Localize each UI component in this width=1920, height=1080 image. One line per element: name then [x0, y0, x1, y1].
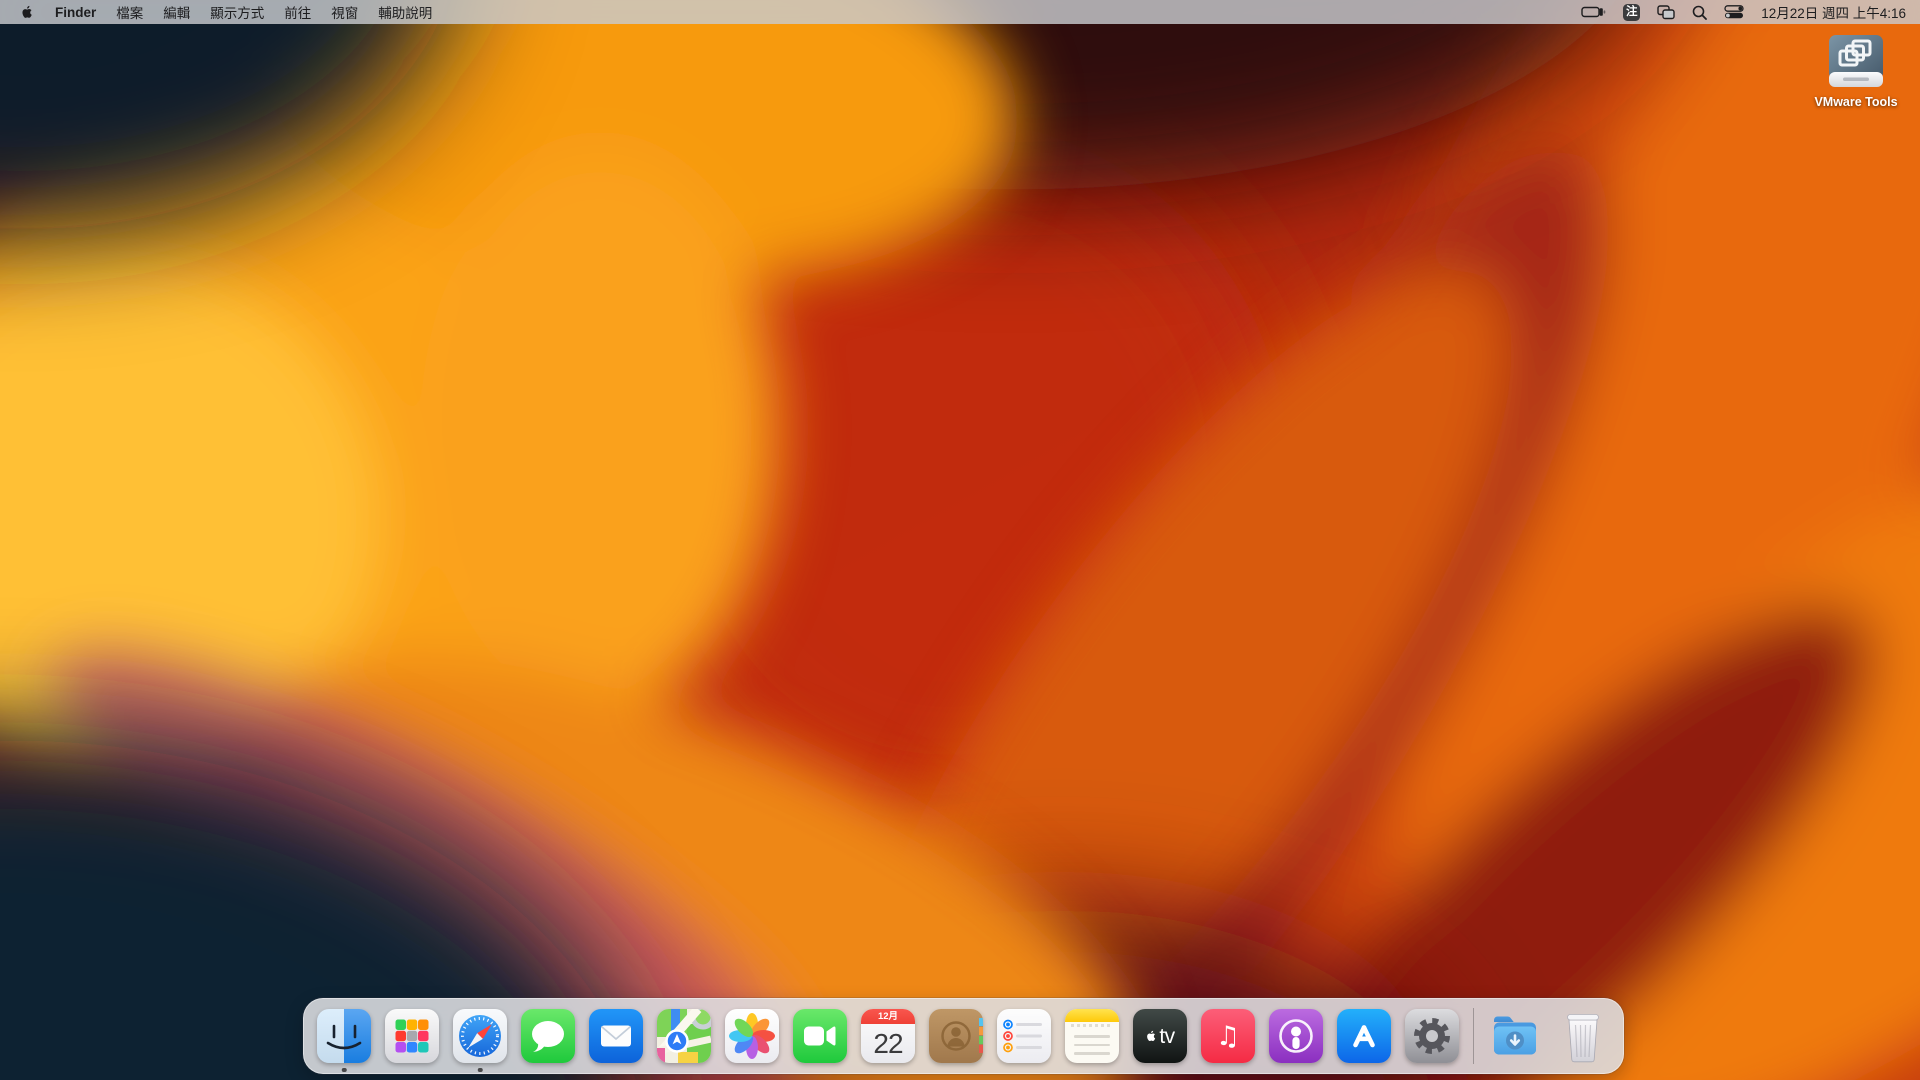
dock-separator [1473, 1008, 1474, 1064]
dock-item-apple-tv[interactable]: tv [1133, 1009, 1187, 1063]
screen-mirroring-icon[interactable] [1657, 5, 1675, 20]
photos-icon [725, 1009, 779, 1063]
menu-bar-left: Finder 檔案 編輯 顯示方式 前往 視窗 輔助說明 [14, 2, 442, 22]
dock-item-launchpad[interactable] [385, 1009, 439, 1063]
dock-item-system-settings[interactable] [1405, 1009, 1459, 1063]
battery-icon[interactable] [1581, 6, 1606, 18]
notes-icon [1065, 1009, 1119, 1063]
app-store-icon [1337, 1009, 1391, 1063]
music-note-glyph: ♫ [1216, 1023, 1240, 1050]
reminders-icon [997, 1009, 1051, 1063]
dock-item-photos[interactable] [725, 1009, 779, 1063]
dock-item-podcasts[interactable] [1269, 1009, 1323, 1063]
dock-item-reminders[interactable] [997, 1009, 1051, 1063]
menu-file[interactable]: 檔案 [106, 2, 153, 22]
control-center-icon[interactable] [1724, 5, 1744, 19]
apple-logo-icon [20, 3, 35, 21]
dock-item-facetime[interactable] [793, 1009, 847, 1063]
desktop-wallpaper [0, 0, 1920, 1080]
menu-window[interactable]: 視窗 [321, 2, 368, 22]
dock-item-music[interactable]: ♫ [1201, 1009, 1255, 1063]
trash-icon [1556, 1009, 1610, 1063]
calendar-icon: 12月 22 [861, 1009, 915, 1063]
dock-item-maps[interactable] [657, 1009, 711, 1063]
vmware-tools-drive-icon [1821, 34, 1891, 92]
facetime-icon [793, 1009, 847, 1063]
menu-help[interactable]: 輔助說明 [368, 2, 442, 22]
input-method-badge[interactable]: 注 [1623, 4, 1640, 21]
mail-icon [589, 1009, 643, 1063]
calendar-day-label: 22 [861, 1024, 915, 1063]
desktop-icon-vmware-tools[interactable]: VMware Tools [1798, 34, 1914, 109]
apple-tv-icon: tv [1133, 1009, 1187, 1063]
menu-view[interactable]: 顯示方式 [200, 2, 274, 22]
system-settings-icon [1405, 1009, 1459, 1063]
launchpad-icon [385, 1009, 439, 1063]
dock-item-notes[interactable] [1065, 1009, 1119, 1063]
menu-bar-status: 注 12月22日 週四 上午4:16 [1581, 2, 1906, 22]
dock-item-messages[interactable] [521, 1009, 575, 1063]
menu-bar-clock[interactable]: 12月22日 週四 上午4:16 [1761, 2, 1906, 22]
notes-lines [1065, 1027, 1119, 1064]
calendar-month-label: 12月 [861, 1009, 915, 1024]
dock-item-downloads[interactable] [1488, 1009, 1542, 1063]
dock-item-safari[interactable] [453, 1009, 507, 1063]
contacts-icon [929, 1009, 983, 1063]
dock-item-mail[interactable] [589, 1009, 643, 1063]
apple-tv-label: tv [1159, 1026, 1174, 1047]
desktop-icon-label: VMware Tools [1814, 95, 1897, 109]
apple-menu[interactable] [14, 3, 45, 21]
music-icon: ♫ [1201, 1009, 1255, 1063]
downloads-folder-icon [1488, 1009, 1542, 1063]
dock-item-calendar[interactable]: 12月 22 [861, 1009, 915, 1063]
dock-item-contacts[interactable] [929, 1009, 983, 1063]
safari-icon [453, 1009, 507, 1063]
menu-app-name[interactable]: Finder [45, 5, 106, 20]
maps-icon [657, 1009, 711, 1063]
dock: 12月 22 [303, 998, 1624, 1074]
menu-bar: Finder 檔案 編輯 顯示方式 前往 視窗 輔助說明 注 [0, 0, 1920, 24]
dock-item-finder[interactable] [317, 1009, 371, 1063]
podcasts-icon [1269, 1009, 1323, 1063]
dock-item-app-store[interactable] [1337, 1009, 1391, 1063]
apple-logo-icon [1145, 1028, 1158, 1044]
notes-yellow-band [1065, 1009, 1119, 1022]
dock-item-trash[interactable] [1556, 1009, 1610, 1063]
menu-edit[interactable]: 編輯 [153, 2, 200, 22]
search-icon[interactable] [1692, 5, 1707, 20]
finder-icon [317, 1009, 371, 1063]
menu-go[interactable]: 前往 [274, 2, 321, 22]
messages-icon [521, 1009, 575, 1063]
